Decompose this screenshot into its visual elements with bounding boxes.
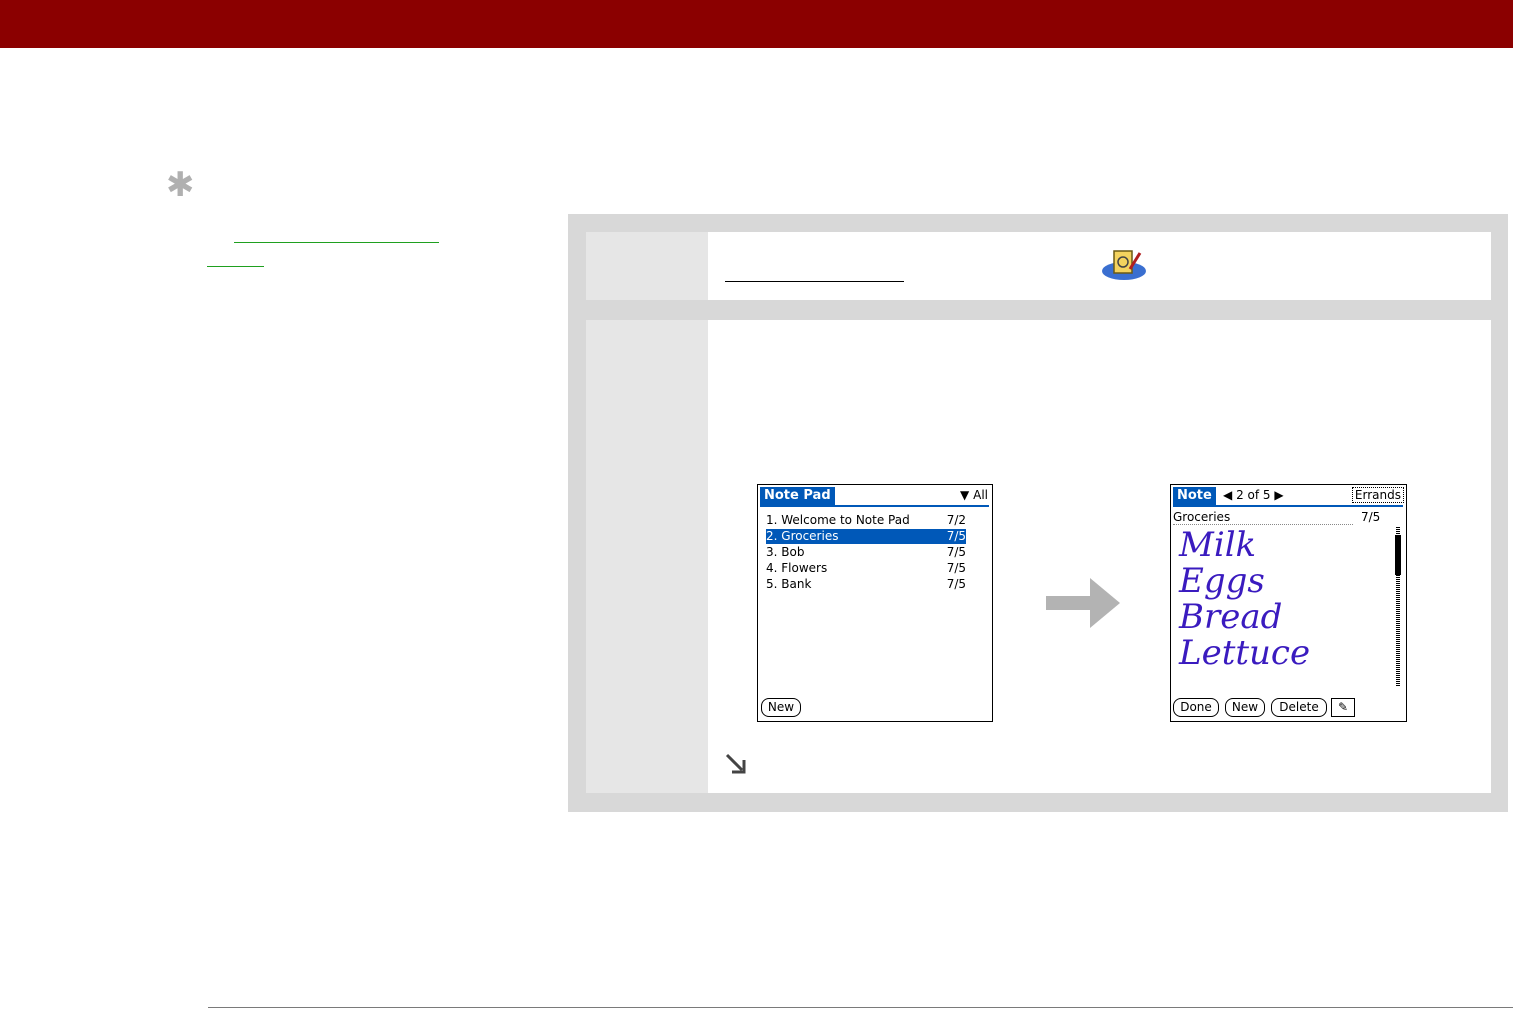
category-picker[interactable]: ▼ All xyxy=(960,488,988,502)
footer-rule xyxy=(208,1007,1513,1008)
handwritten-line: Eggs xyxy=(1179,561,1265,601)
note-detail-screenshot: Note ◀ 2 of 5 ▶ Errands Groceries 7/5 Mi… xyxy=(1170,484,1407,722)
list-item[interactable]: 5. Bank 7/5 xyxy=(766,577,966,592)
note-counter[interactable]: ◀ 2 of 5 ▶ xyxy=(1223,488,1284,502)
list-item[interactable]: 4. Flowers 7/5 xyxy=(766,561,966,576)
next-arrow-icon[interactable]: ▶ xyxy=(1274,488,1283,502)
step-row-1 xyxy=(586,232,1491,300)
list-item[interactable]: 3. Bob 7/5 xyxy=(766,545,966,560)
list-item[interactable]: 1. Welcome to Note Pad 7/2 xyxy=(766,513,966,528)
item-label: 1. Welcome to Note Pad xyxy=(766,513,910,527)
item-label: 2. Groceries xyxy=(766,529,839,543)
item-label: 3. Bob xyxy=(766,545,805,559)
note-date: 7/5 xyxy=(1361,510,1381,524)
item-date: 7/5 xyxy=(946,529,966,543)
title-underline xyxy=(760,505,989,507)
cross-reference-link-continued[interactable] xyxy=(207,266,264,267)
go-to-applications-link[interactable] xyxy=(725,281,904,282)
done-button[interactable]: Done xyxy=(1173,698,1219,717)
new-button[interactable]: New xyxy=(1225,698,1265,717)
dropdown-triangle-icon: ▼ xyxy=(960,488,970,502)
new-button[interactable]: New xyxy=(761,698,801,717)
item-date: 7/5 xyxy=(946,545,966,559)
note-title: Groceries xyxy=(1173,510,1353,525)
handwritten-line: Milk xyxy=(1179,525,1257,565)
right-arrow-icon xyxy=(1046,578,1120,628)
delete-button[interactable]: Delete xyxy=(1271,698,1327,717)
note-pad-app-icon[interactable] xyxy=(1100,247,1148,281)
handwritten-line: Bread xyxy=(1179,597,1283,637)
previous-arrow-icon[interactable]: ◀ xyxy=(1223,488,1232,502)
handwritten-line: Lettuce xyxy=(1179,633,1311,673)
asterisk-icon: ✱ xyxy=(166,165,195,205)
header-bar xyxy=(0,0,1513,48)
item-label: 5. Bank xyxy=(766,577,812,591)
scrollbar-thumb[interactable] xyxy=(1395,535,1401,575)
category-picker[interactable]: Errands xyxy=(1351,487,1404,503)
list-item-selected[interactable]: 2. Groceries 7/5 xyxy=(766,529,966,544)
item-label: 4. Flowers xyxy=(766,561,828,575)
item-date: 7/5 xyxy=(946,561,966,575)
down-right-arrow-icon xyxy=(725,753,746,774)
app-title: Note Pad xyxy=(760,487,835,505)
title-underline xyxy=(1173,505,1403,507)
counter-label: 2 of 5 xyxy=(1236,488,1271,502)
note-title-tab: Note xyxy=(1173,487,1216,505)
step-number-column xyxy=(586,320,708,793)
step-number-column xyxy=(586,232,708,300)
category-label: All xyxy=(973,488,988,502)
cross-reference-link[interactable] xyxy=(234,242,439,243)
pen-icon[interactable]: ✎ xyxy=(1331,698,1355,717)
item-date: 7/2 xyxy=(946,513,966,527)
note-pad-list-screenshot: Note Pad ▼ All 1. Welcome to Note Pad 7/2… xyxy=(757,484,993,722)
item-date: 7/5 xyxy=(946,577,966,591)
